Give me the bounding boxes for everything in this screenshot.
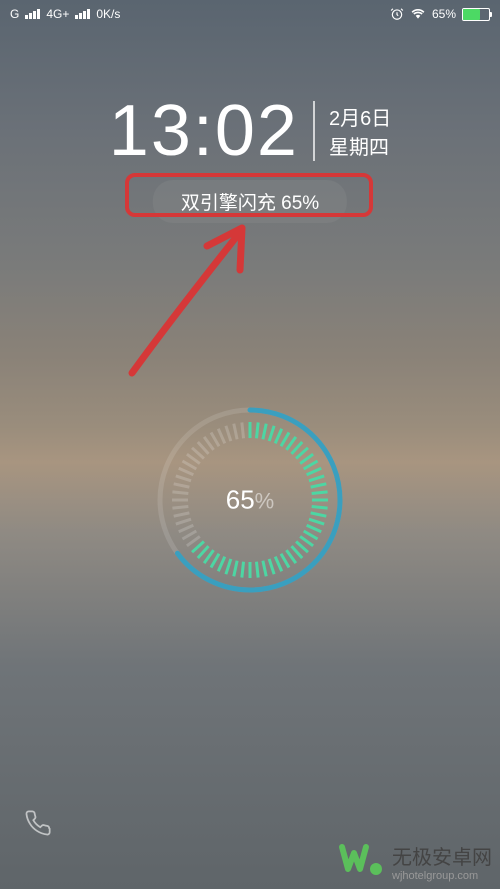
- weekday-label: 星期四: [329, 131, 391, 160]
- signal-icon: [25, 9, 40, 19]
- carrier-label: G: [10, 7, 19, 21]
- time-display: 13:02: [109, 90, 299, 172]
- watermark-logo-icon: [338, 839, 386, 883]
- alarm-icon: [390, 7, 404, 21]
- clock-divider: [313, 101, 315, 161]
- wifi-icon: [410, 7, 426, 21]
- battery-percent: 65%: [432, 7, 456, 21]
- watermark: 无极安卓网 wjhotelgroup.com: [338, 839, 492, 883]
- ring-percent-symbol: %: [255, 489, 275, 514]
- signal-icon-2: [75, 9, 90, 19]
- lock-clock: 13:02 2月6日 星期四: [0, 90, 500, 172]
- status-bar: G 4G+ 0K/s 65%: [0, 0, 500, 28]
- watermark-title: 无极安卓网: [392, 841, 492, 870]
- charging-ring-label: 65%: [226, 485, 274, 516]
- watermark-text: 无极安卓网 wjhotelgroup.com: [392, 841, 492, 882]
- date-label: 2月6日: [329, 102, 391, 131]
- status-left: G 4G+ 0K/s: [10, 7, 120, 21]
- data-speed: 0K/s: [96, 7, 120, 21]
- phone-icon[interactable]: [24, 809, 52, 837]
- annotation-highlight-box: [125, 173, 373, 217]
- network-label: 4G+: [46, 7, 69, 21]
- battery-icon: [462, 8, 490, 21]
- ring-percent-value: 65: [226, 485, 255, 515]
- charging-ring: 65%: [150, 400, 350, 600]
- date-block: 2月6日 星期四: [329, 102, 391, 160]
- watermark-url: wjhotelgroup.com: [392, 870, 492, 882]
- annotation-arrow: [112, 218, 272, 378]
- status-right: 65%: [390, 7, 490, 21]
